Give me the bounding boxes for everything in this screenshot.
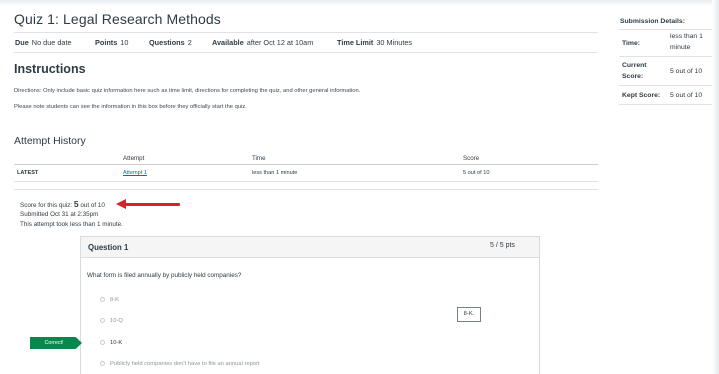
question-points: 5 / 5 pts <box>490 242 515 249</box>
column-header-time: Time <box>252 155 266 162</box>
submission-time-value-line-2: minute <box>670 44 691 51</box>
current-score-label-line-2: Score: <box>622 73 644 80</box>
attempt-history-heading: Attempt History <box>14 135 86 147</box>
annotation-arrow-shaft <box>124 203 180 206</box>
page-title: Quiz 1: Legal Research Methods <box>14 11 221 27</box>
radio-icon <box>100 361 105 366</box>
current-score-label-line-1: Current <box>622 62 647 69</box>
answer-option[interactable]: 8-K <box>100 297 119 303</box>
attempt-duration: This attempt took less than 1 minute. <box>20 221 123 228</box>
meta-due: Due No due date <box>15 38 72 47</box>
submission-divider-top <box>619 29 712 30</box>
window-top-edge <box>0 0 719 6</box>
answer-option[interactable]: Publicly held companies don't have to fi… <box>100 361 260 367</box>
submission-divider-2 <box>619 85 712 86</box>
radio-icon <box>100 318 105 323</box>
question-title: Question 1 <box>88 243 129 252</box>
results-divider <box>14 189 598 190</box>
answer-option[interactable]: 10-Q <box>100 318 123 324</box>
radio-icon <box>100 297 105 302</box>
question-text: What form is filed annually by publicly … <box>87 272 242 279</box>
attempt-row-time: less than 1 minute <box>252 170 298 176</box>
kept-score-label: Kept Score: <box>622 92 661 99</box>
submission-time-label: Time: <box>622 40 641 47</box>
meta-time-limit: Time Limit 30 Minutes <box>337 38 413 47</box>
table-row-divider <box>14 181 598 182</box>
kept-score-value: 5 out of 10 <box>670 92 703 99</box>
meta-available: Available after Oct 12 at 10am <box>212 38 314 47</box>
meta-divider <box>14 52 598 53</box>
meta-questions: Questions 2 <box>149 38 192 47</box>
submission-divider-1 <box>619 56 712 57</box>
submission-details-heading: Submission Details: <box>620 18 685 25</box>
quiz-score-line: Score for this quiz: 5 out of 10 <box>20 199 105 209</box>
current-score-value: 5 out of 10 <box>670 68 703 75</box>
answer-option-selected[interactable]: 10-K <box>100 340 122 346</box>
submission-time-value-line-1: less than 1 <box>670 33 703 40</box>
question-header <box>80 236 540 258</box>
correct-answer-box: 8-K. <box>457 307 481 322</box>
column-header-attempt: Attempt <box>123 155 145 162</box>
attempt-row-score: 5 out of 10 <box>463 170 490 176</box>
instructions-heading: Instructions <box>14 62 86 76</box>
table-header-divider <box>14 164 598 165</box>
radio-icon <box>100 340 105 345</box>
window-right-edge <box>712 0 719 374</box>
submitted-time: Submitted Oct 31 at 2:35pm <box>20 211 99 218</box>
column-header-score: Score <box>463 155 480 162</box>
submission-divider-bottom <box>619 104 712 105</box>
correct-badge: Correct! <box>30 337 82 349</box>
attempt-1-link[interactable]: Attempt 1 <box>123 170 147 176</box>
meta-points: Points 10 <box>95 38 129 47</box>
instructions-line-1: Directions: Only include basic quiz info… <box>14 88 361 94</box>
instructions-line-2: Please note students can see the informa… <box>14 104 247 110</box>
attempt-row-tag: LATEST <box>17 170 39 176</box>
annotation-arrow-icon <box>116 199 126 209</box>
title-divider <box>14 32 598 33</box>
